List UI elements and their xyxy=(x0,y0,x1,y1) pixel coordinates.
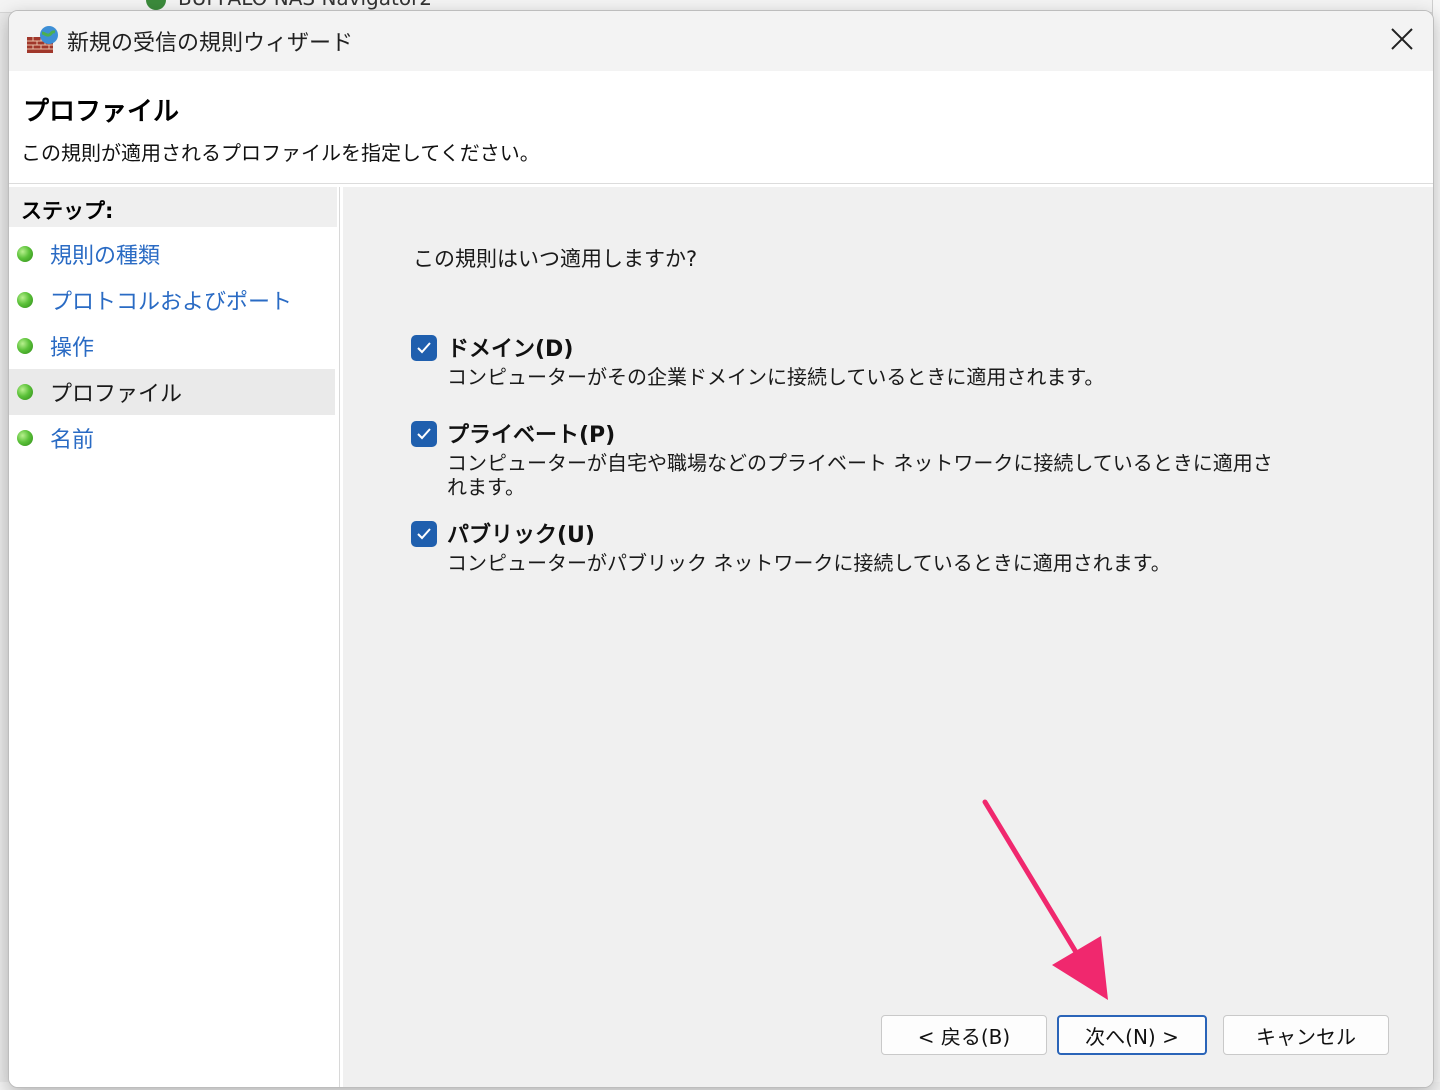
background-app-icon xyxy=(146,0,166,10)
step-label: 操作 xyxy=(50,336,95,361)
private-description: コンピューターが自宅や職場などのプライベート ネットワークに接続しているときに適… xyxy=(447,451,1273,499)
green-bullet-icon xyxy=(17,246,33,262)
step-label: 規則の種類 xyxy=(50,244,161,269)
close-icon xyxy=(1391,28,1413,50)
checkmark-icon xyxy=(417,428,431,440)
content-panel: この規則はいつ適用しますか? ドメイン(D) コンピューターがその企業ドメインに… xyxy=(343,187,1433,1087)
green-bullet-icon xyxy=(17,338,33,354)
private-label[interactable]: プライベート(P) xyxy=(447,417,615,449)
step-action[interactable]: 操作 xyxy=(9,323,335,369)
checkmark-icon xyxy=(417,342,431,354)
domain-checkbox[interactable] xyxy=(411,335,437,361)
private-checkbox[interactable] xyxy=(411,421,437,447)
wizard-window: 新規の受信の規則ウィザード プロファイル この規則が適用されるプロファイルを指定… xyxy=(8,10,1434,1088)
question-text: この規則はいつ適用しますか? xyxy=(413,247,698,271)
cancel-button[interactable]: キャンセル xyxy=(1223,1015,1389,1055)
public-label[interactable]: パブリック(U) xyxy=(447,517,595,549)
public-checkbox[interactable] xyxy=(411,521,437,547)
step-label: プロファイル xyxy=(50,382,183,407)
domain-description: コンピューターがその企業ドメインに接続しているときに適用されます。 xyxy=(447,365,1105,389)
domain-label[interactable]: ドメイン(D) xyxy=(447,331,573,363)
steps-label: ステップ: xyxy=(21,199,114,223)
wizard-header: プロファイル この規則が適用されるプロファイルを指定してください。 xyxy=(9,71,1433,184)
page-title: プロファイル xyxy=(23,97,180,127)
back-button[interactable]: < 戻る(B) xyxy=(881,1015,1047,1055)
step-label: 名前 xyxy=(50,428,95,453)
green-bullet-icon xyxy=(17,430,33,446)
steps-panel: ステップ: 規則の種類 プロトコルおよびポート 操作 プロファイル 名前 xyxy=(9,187,340,1087)
steps-header: ステップ: xyxy=(9,187,337,227)
title-bar: 新規の受信の規則ウィザード xyxy=(9,11,1433,71)
green-bullet-icon xyxy=(17,384,33,400)
public-description: コンピューターがパブリック ネットワークに接続しているときに適用されます。 xyxy=(447,551,1171,575)
step-rule-type[interactable]: 規則の種類 xyxy=(9,231,335,277)
firewall-icon xyxy=(27,26,58,53)
window-title: 新規の受信の規則ウィザード xyxy=(67,31,354,56)
next-button[interactable]: 次へ(N) > xyxy=(1057,1015,1207,1055)
step-label: プロトコルおよびポート xyxy=(50,290,293,315)
page-subtitle: この規則が適用されるプロファイルを指定してください。 xyxy=(21,141,540,165)
green-bullet-icon xyxy=(17,292,33,308)
step-name[interactable]: 名前 xyxy=(9,415,335,461)
checkmark-icon xyxy=(417,528,431,540)
close-button[interactable] xyxy=(1371,11,1433,67)
step-protocol-port[interactable]: プロトコルおよびポート xyxy=(9,277,335,323)
step-profile[interactable]: プロファイル xyxy=(9,369,335,415)
background-app-text: BUFFALO NAS Navigator2 xyxy=(178,0,432,10)
